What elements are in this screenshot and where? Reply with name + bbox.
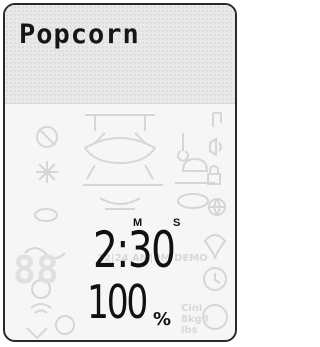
power-readout: 100 bbox=[87, 275, 148, 329]
ghost-digits: 88 bbox=[13, 248, 59, 292]
snowflake-icon bbox=[36, 161, 58, 183]
weight-unit-segments: Cini 8kg8 lbs bbox=[181, 303, 209, 336]
lcd-display: Popcorn 12|24 AM|PM DEMO Cini 8kg8 lbs 8… bbox=[3, 3, 237, 342]
wifi-icon bbox=[30, 303, 52, 314]
program-name: Popcorn bbox=[19, 19, 140, 50]
dish-icon bbox=[34, 208, 58, 222]
thermo-icon bbox=[177, 133, 189, 162]
oven-rack-icon bbox=[85, 114, 155, 131]
program-display: Popcorn bbox=[5, 5, 235, 104]
time-readout: 2:30 bbox=[93, 221, 176, 279]
power-unit: % bbox=[153, 309, 172, 330]
music-note-icon bbox=[212, 112, 222, 127]
heart-icon bbox=[203, 234, 227, 260]
speaker-icon bbox=[209, 137, 222, 157]
